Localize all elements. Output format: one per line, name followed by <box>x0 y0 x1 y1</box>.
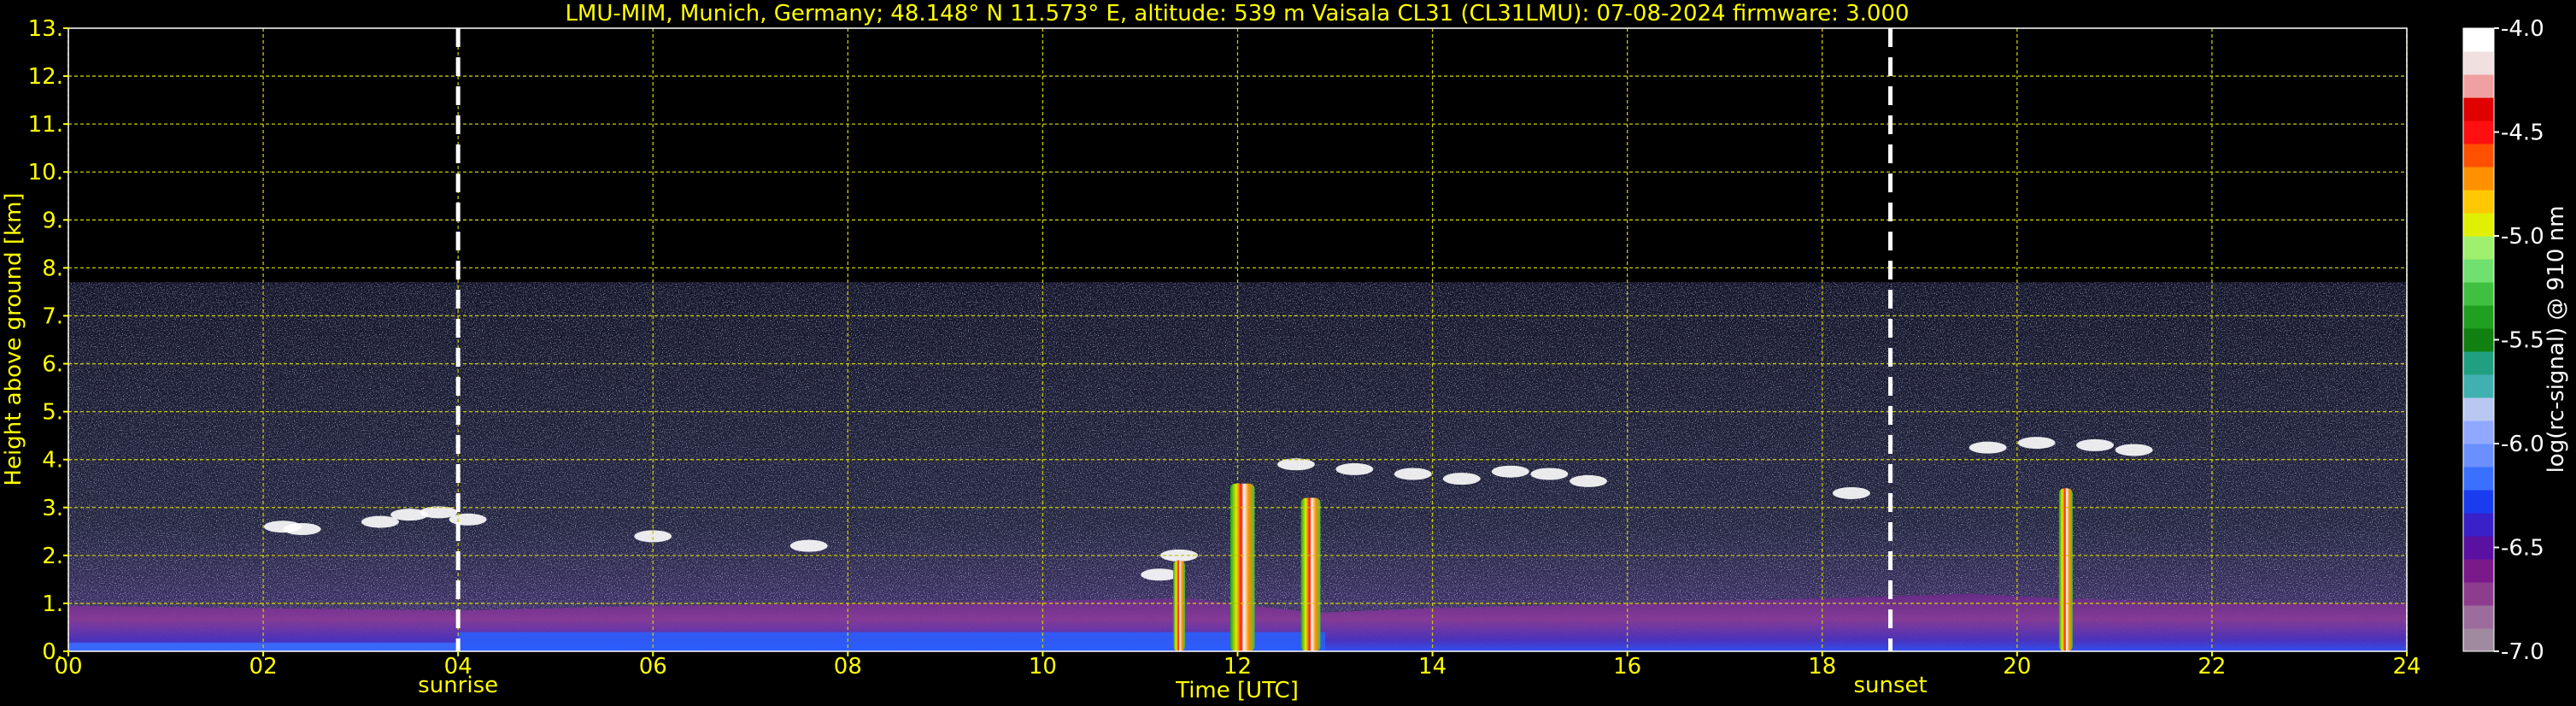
y-tick-label: 2. <box>42 544 63 569</box>
colorbar-swatch <box>2463 559 2494 583</box>
y-tick-label: 1. <box>42 591 63 617</box>
colorbar-tick-label: -6.5 <box>2501 536 2544 562</box>
x-tick-label: 12 <box>1223 654 1252 680</box>
y-axis-label: Height above ground [km] <box>1 192 26 485</box>
y-tick-label: 4. <box>42 448 63 474</box>
colorbar-swatch <box>2463 28 2494 52</box>
cloud-fragment <box>789 539 828 552</box>
colorbar-swatch <box>2463 582 2494 606</box>
ceilometer-chart: sunrise sunset 00 02 04 06 08 10 12 14 16 18 20 22 24… <box>1 1 2569 703</box>
x-axis-label: Time [UTC] <box>1175 678 1299 703</box>
near-ground-aerosol <box>458 632 1326 651</box>
x-tick-label: 20 <box>2003 654 2031 680</box>
cloud-fragment <box>1570 474 1608 487</box>
colorbar-swatch <box>2463 190 2494 214</box>
cloud-fragment <box>1276 458 1315 471</box>
colorbar-swatch <box>2463 328 2494 352</box>
colorbar-swatch <box>2463 351 2494 375</box>
colorbar-swatch <box>2463 605 2494 629</box>
colorbar-tick-label: -7.0 <box>2501 639 2544 665</box>
cloud-fragment <box>1832 486 1870 499</box>
y-tick-label: 6. <box>42 352 63 378</box>
colorbar-tick-label: -5.0 <box>2501 224 2544 250</box>
colorbar-swatch <box>2463 513 2494 537</box>
y-tick-label: 3. <box>42 496 63 521</box>
y-axis: 0. 1. 2. 3. 4. 5. 6. 7. 8. 9. 10. 11. 12. 13. <box>28 16 68 665</box>
cloud-fragment <box>1530 468 1569 480</box>
y-tick-label: 10. <box>28 160 63 185</box>
colorbar-swatch <box>2463 397 2494 421</box>
cloud-fragment <box>2017 437 2056 450</box>
x-tick-label: 24 <box>2392 654 2421 680</box>
colorbar-swatch <box>2463 144 2494 168</box>
colorbar-swatch <box>2463 236 2494 260</box>
convective-plume <box>1300 497 1321 651</box>
y-tick-label: 0. <box>42 639 63 665</box>
marker-label: sunset <box>1853 673 1927 698</box>
colorbar-swatch <box>2463 121 2494 144</box>
cloud-fragment <box>1141 568 1179 581</box>
colorbar-swatch <box>2463 421 2494 444</box>
cloud-fragment <box>283 523 321 536</box>
colorbar-label: log(rc-signal) @ 910 nm <box>2544 206 2569 474</box>
colorbar-swatch <box>2463 74 2494 98</box>
x-tick-label: 16 <box>1613 654 1641 680</box>
colorbar-swatch <box>2463 97 2494 121</box>
convective-plume <box>2058 488 2073 651</box>
colorbar-swatch <box>2463 628 2494 652</box>
cloud-fragment <box>1442 473 1481 485</box>
colorbar-swatch <box>2463 536 2494 560</box>
colorbar-swatch <box>2463 282 2494 306</box>
colorbar-tick-label: -4.5 <box>2501 121 2544 146</box>
y-tick-label: 7. <box>42 303 63 329</box>
x-tick-label: 22 <box>2198 654 2226 680</box>
cloud-fragment <box>2115 444 2153 456</box>
y-tick-label: 8. <box>42 256 63 281</box>
y-tick-label: 12. <box>28 64 63 90</box>
colorbar-swatch <box>2463 167 2494 191</box>
cloud-fragment <box>1491 465 1529 478</box>
x-axis: 00 02 04 06 08 10 12 14 16 18 20 22 24 <box>54 651 2421 680</box>
convective-plume <box>1173 560 1185 651</box>
colorbar-swatch <box>2463 490 2494 514</box>
cloud-fragment <box>1335 462 1374 475</box>
colorbar-swatch <box>2463 467 2494 491</box>
convective-plume <box>1229 483 1255 651</box>
colorbar-swatch <box>2463 305 2494 329</box>
chart-title: LMU-MIM, Munich, Germany; 48.148° N 11.5… <box>565 1 1909 26</box>
x-tick-label: 04 <box>444 654 472 680</box>
colorbar-swatch <box>2463 213 2494 237</box>
colorbar-tick-label: -6.0 <box>2501 432 2544 457</box>
y-tick-label: 11. <box>28 112 63 138</box>
colorbar-swatch <box>2463 444 2494 468</box>
cloud-fragment <box>1969 441 2007 454</box>
x-tick-label: 14 <box>1418 654 1446 680</box>
colorbar: -4.0 -4.5 -5.0 -5.5 -6.0 -6.5 -7.0 <box>2462 16 2544 665</box>
cloud-fragment <box>1394 468 1432 480</box>
colorbar-tick-label: -5.5 <box>2501 328 2544 354</box>
x-tick-label: 18 <box>1808 654 1836 680</box>
y-tick-label: 13. <box>28 16 63 42</box>
x-tick-label: 10 <box>1029 654 1057 680</box>
y-tick-label: 5. <box>42 400 63 426</box>
y-tick-label: 9. <box>42 208 63 233</box>
cloud-fragment <box>449 513 487 526</box>
x-tick-label: 06 <box>639 654 667 680</box>
cloud-fragment <box>2076 438 2115 451</box>
colorbar-swatch <box>2463 374 2494 398</box>
colorbar-swatch <box>2463 51 2494 75</box>
x-tick-label: 08 <box>834 654 862 680</box>
colorbar-tick-label: -4.0 <box>2501 16 2544 42</box>
x-tick-label: 02 <box>249 654 278 680</box>
colorbar-swatch <box>2463 259 2494 283</box>
